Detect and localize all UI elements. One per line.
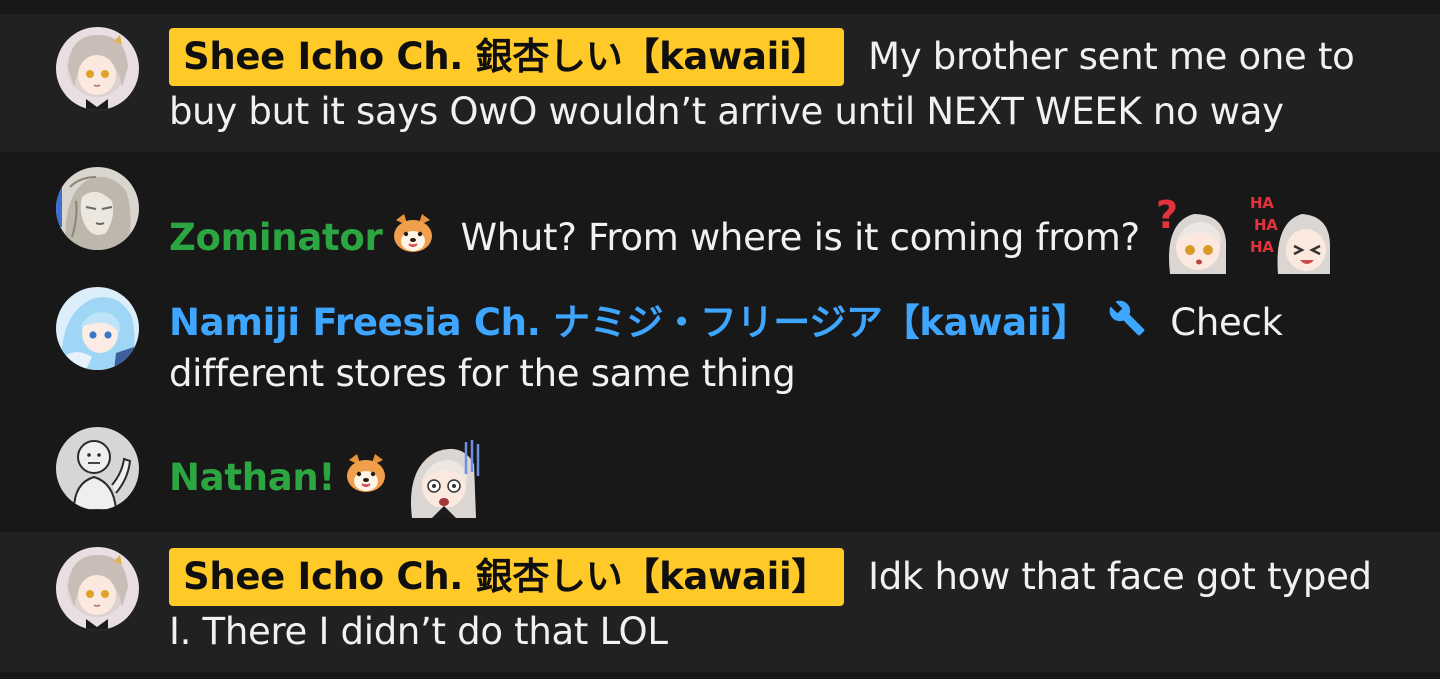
message-body: Nathan! [169, 450, 1400, 503]
chat-message: Zominator Whut? From where is it coming … [0, 152, 1440, 278]
avatar[interactable] [56, 27, 139, 110]
laugh-sticker-icon: HA HA HA [1249, 192, 1332, 274]
avatar[interactable] [56, 427, 139, 510]
message-body: Zominator Whut? From where is it coming … [169, 192, 1400, 274]
chat-message: Shee Icho Ch. 銀杏しい【kawaii】 Idk how that f… [0, 532, 1440, 672]
wrench-icon [1108, 299, 1146, 337]
message-body: Namiji Freesia Ch. ナミジ・フリージア【kawaii】 Che… [169, 297, 1400, 399]
chat-message: Namiji Freesia Ch. ナミジ・フリージア【kawaii】 Che… [0, 278, 1440, 418]
message-text: Whut? From where is it coming from? [460, 216, 1140, 259]
shiba-emoji-icon [343, 450, 389, 496]
avatar[interactable] [56, 167, 139, 250]
author-name-owner[interactable]: Shee Icho Ch. 銀杏しい【kawaii】 [169, 28, 845, 86]
svg-text:?: ? [1156, 193, 1178, 237]
chat-message: Nathan! [0, 418, 1440, 532]
svg-text:HA: HA [1250, 238, 1274, 256]
shiba-emoji-icon [390, 210, 436, 256]
message-body: Shee Icho Ch. 銀杏しい【kawaii】 My brother sen… [169, 28, 1400, 137]
message-body: Shee Icho Ch. 銀杏しい【kawaii】 Idk how that f… [169, 548, 1400, 657]
svg-text:HA: HA [1254, 216, 1278, 234]
shocked-sticker-icon [404, 434, 486, 518]
avatar[interactable] [56, 547, 139, 630]
author-name-member[interactable]: Nathan! [169, 456, 335, 499]
svg-text:HA: HA [1250, 194, 1274, 212]
author-name-moderator[interactable]: Namiji Freesia Ch. ナミジ・フリージア【kawaii】 [169, 301, 1089, 344]
author-name-member[interactable]: Zominator [169, 216, 383, 259]
live-chat: Shee Icho Ch. 銀杏しい【kawaii】 My brother sen… [0, 0, 1440, 679]
avatar[interactable] [56, 287, 139, 370]
chat-message: Shee Icho Ch. 銀杏しい【kawaii】 My brother sen… [0, 14, 1440, 152]
question-sticker-icon: ? [1153, 192, 1236, 274]
author-name-owner[interactable]: Shee Icho Ch. 銀杏しい【kawaii】 [169, 548, 845, 606]
